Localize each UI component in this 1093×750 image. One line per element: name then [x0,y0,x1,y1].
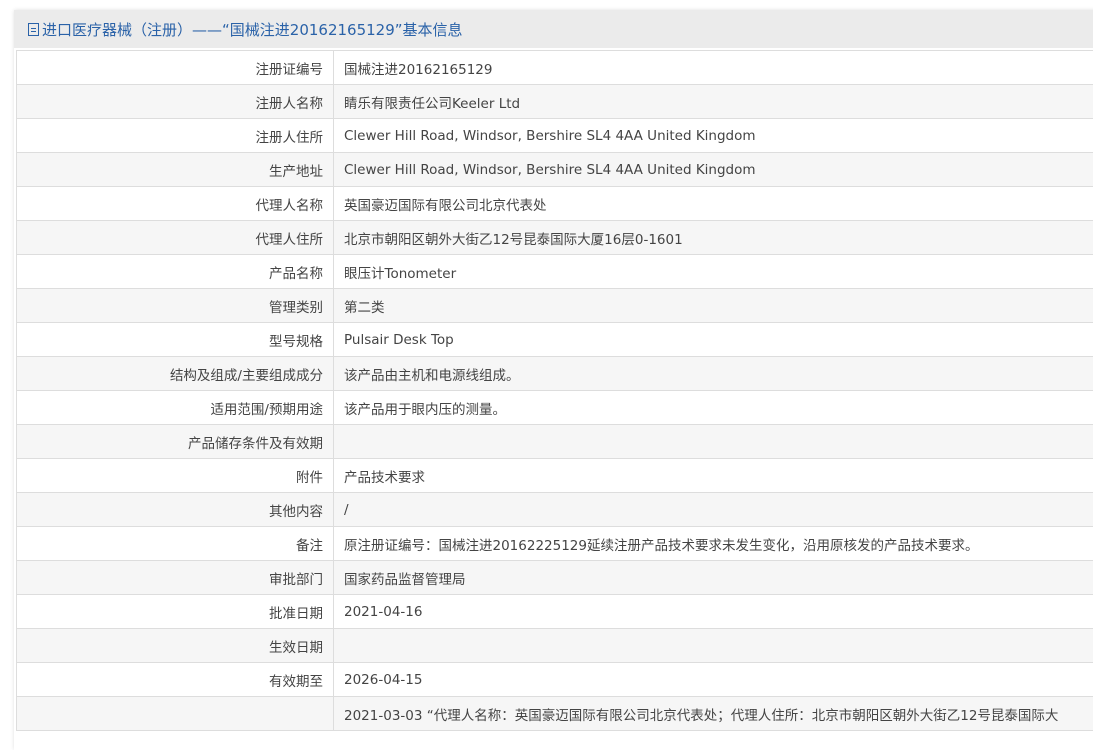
table-row: 注册证编号国械注进20162165129 [17,51,1093,85]
row-value: 该产品由主机和电源线组成。 [334,357,1093,391]
row-value: 该产品用于眼内压的测量。 [334,391,1093,425]
table-row: 注册人名称睛乐有限责任公司Keeler Ltd [17,85,1093,119]
info-table: 注册证编号国械注进20162165129注册人名称睛乐有限责任公司Keeler … [16,50,1093,731]
row-label: 生产地址 [17,153,334,187]
row-label: 其他内容 [17,493,334,527]
row-value [334,425,1093,459]
row-value: 睛乐有限责任公司Keeler Ltd [334,85,1093,119]
panel-header: 进口医疗器械（注册）——“国械注进20162165129”基本信息 [14,10,1093,48]
row-label: 产品名称 [17,255,334,289]
row-label: 型号规格 [17,323,334,357]
table-row: 结构及组成/主要组成成分该产品由主机和电源线组成。 [17,357,1093,391]
row-value: 产品技术要求 [334,459,1093,493]
row-value: 国械注进20162165129 [334,51,1093,85]
row-value: 第二类 [334,289,1093,323]
table-row: 适用范围/预期用途该产品用于眼内压的测量。 [17,391,1093,425]
row-label: 管理类别 [17,289,334,323]
row-value: 2021-04-16 [334,595,1093,629]
row-label: 有效期至 [17,663,334,697]
row-label: 注册人名称 [17,85,334,119]
table-row: 生效日期 [17,629,1093,663]
row-value: Pulsair Desk Top [334,323,1093,357]
row-label: 适用范围/预期用途 [17,391,334,425]
row-value: 眼压计Tonometer [334,255,1093,289]
row-value: Clewer Hill Road, Windsor, Bershire SL4 … [334,153,1093,187]
row-value: 国家药品监督管理局 [334,561,1093,595]
table-row: 2021-03-03 “代理人名称：英国豪迈国际有限公司北京代表处；代理人住所：… [17,697,1093,731]
table-row: 代理人名称英国豪迈国际有限公司北京代表处 [17,187,1093,221]
page-title: 进口医疗器械（注册）——“国械注进20162165129”基本信息 [42,19,463,40]
table-row: 管理类别第二类 [17,289,1093,323]
table-row: 代理人住所北京市朝阳区朝外大街乙12号昆泰国际大厦16层0-1601 [17,221,1093,255]
row-value [334,629,1093,663]
row-label: 备注 [17,527,334,561]
row-label: 生效日期 [17,629,334,663]
table-row: 其他内容/ [17,493,1093,527]
document-icon [28,23,39,36]
row-label: 批准日期 [17,595,334,629]
row-label: 注册人住所 [17,119,334,153]
row-label: 产品储存条件及有效期 [17,425,334,459]
table-row: 有效期至2026-04-15 [17,663,1093,697]
row-label: 代理人名称 [17,187,334,221]
row-label: 结构及组成/主要组成成分 [17,357,334,391]
table-row: 附件产品技术要求 [17,459,1093,493]
row-value: 原注册证编号：国械注进20162225129延续注册产品技术要求未发生变化，沿用… [334,527,1093,561]
table-row: 型号规格Pulsair Desk Top [17,323,1093,357]
table-row: 批准日期2021-04-16 [17,595,1093,629]
row-label: 附件 [17,459,334,493]
row-value: 2026-04-15 [334,663,1093,697]
table-row: 生产地址Clewer Hill Road, Windsor, Bershire … [17,153,1093,187]
row-label: 代理人住所 [17,221,334,255]
table-row: 产品储存条件及有效期 [17,425,1093,459]
row-label [17,697,334,731]
row-value: 北京市朝阳区朝外大街乙12号昆泰国际大厦16层0-1601 [334,221,1093,255]
row-label: 注册证编号 [17,51,334,85]
table-row: 产品名称眼压计Tonometer [17,255,1093,289]
row-value: 英国豪迈国际有限公司北京代表处 [334,187,1093,221]
row-value: 2021-03-03 “代理人名称：英国豪迈国际有限公司北京代表处；代理人住所：… [334,697,1093,731]
table-row: 审批部门国家药品监督管理局 [17,561,1093,595]
table-row: 注册人住所Clewer Hill Road, Windsor, Bershire… [17,119,1093,153]
row-label: 审批部门 [17,561,334,595]
table-row: 备注原注册证编号：国械注进20162225129延续注册产品技术要求未发生变化，… [17,527,1093,561]
row-value: / [334,493,1093,527]
row-value: Clewer Hill Road, Windsor, Bershire SL4 … [334,119,1093,153]
